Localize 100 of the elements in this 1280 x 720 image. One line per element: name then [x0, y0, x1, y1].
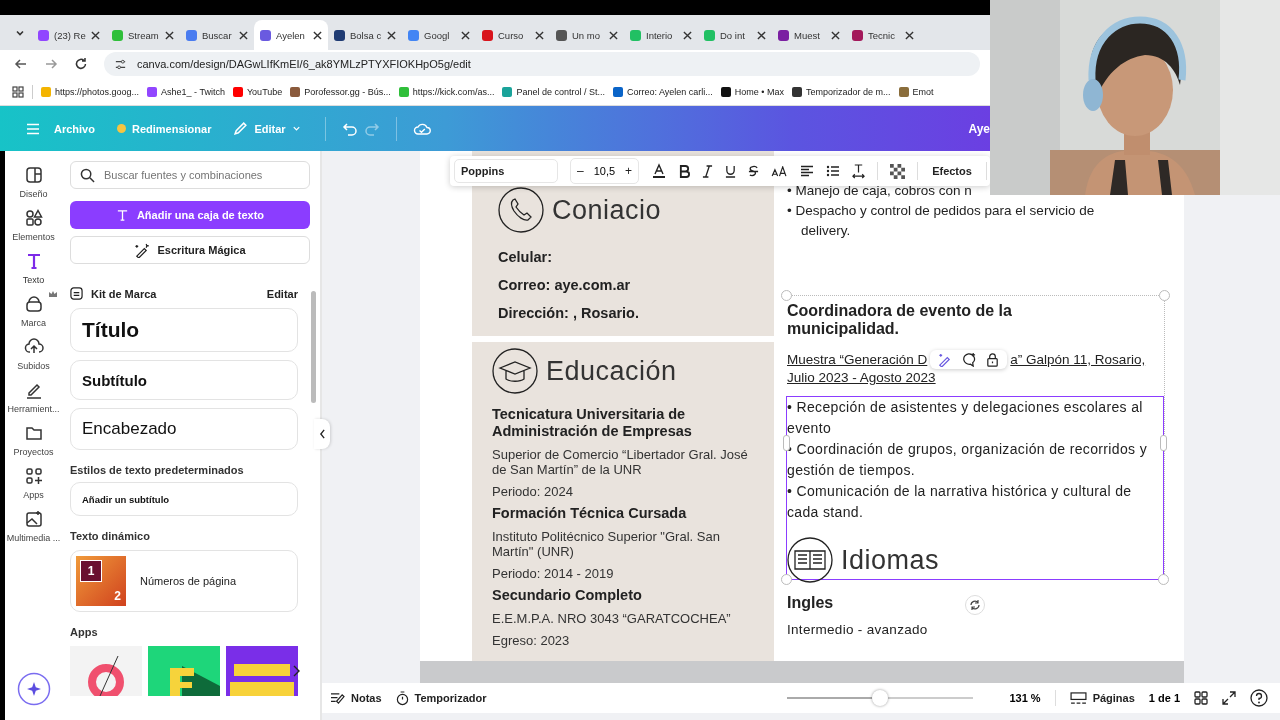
slider-thumb[interactable] [872, 690, 889, 706]
effects-button[interactable]: Efectos [930, 165, 974, 177]
close-icon[interactable] [831, 30, 840, 40]
spacing-icon[interactable] [852, 163, 866, 179]
close-icon[interactable] [535, 30, 544, 40]
sidebar-tab[interactable]: Elementos [3, 208, 64, 242]
bookmark[interactable]: Ashe1_ - Twitch [147, 86, 225, 97]
next-icon[interactable] [292, 665, 300, 677]
close-icon[interactable] [609, 30, 618, 40]
bookmark[interactable]: Home • Max [720, 86, 784, 97]
app-tile-icon[interactable] [70, 646, 142, 696]
scrollbar[interactable] [420, 661, 1184, 683]
sidebar-tab[interactable]: Herramient... [3, 380, 64, 414]
text-style-card[interactable]: Subtítulo [70, 360, 298, 400]
italic-icon[interactable] [702, 164, 714, 178]
collapse-panel-button[interactable] [314, 419, 330, 449]
user-name[interactable]: Aye [968, 121, 990, 136]
zoom-reading[interactable]: 131 % [1009, 692, 1041, 704]
text-style-card[interactable]: Título [70, 308, 298, 352]
sidebar-tab[interactable]: Texto [3, 251, 64, 285]
strikethrough-icon[interactable] [748, 164, 760, 178]
close-icon[interactable] [387, 30, 396, 40]
text-style-card[interactable]: Encabezado [70, 408, 298, 450]
close-icon[interactable] [165, 30, 174, 40]
apps-grid-icon[interactable] [12, 85, 24, 98]
forward-icon[interactable] [44, 57, 58, 71]
browser-tab[interactable]: Googl [402, 20, 476, 50]
resize-handle[interactable] [1158, 574, 1169, 585]
edit-link[interactable]: Editar [266, 287, 298, 300]
underline-icon[interactable] [725, 164, 737, 178]
bookmark[interactable]: YouTube [232, 86, 283, 97]
magic-write-button[interactable]: Escritura Mágica [70, 236, 310, 264]
sidebar-tab[interactable]: Subidos [3, 337, 64, 371]
bookmark[interactable]: Correo: Ayelen carli... [612, 86, 713, 97]
browser-tab[interactable]: Ayelen [254, 20, 328, 50]
close-icon[interactable] [683, 30, 692, 40]
text-style-card[interactable]: Añadir un subtítulo [70, 482, 298, 516]
browser-tab[interactable]: Buscar [180, 20, 254, 50]
bookmark[interactable]: https://kick.com/as... [398, 86, 495, 97]
site-info-icon[interactable] [114, 57, 127, 71]
bookmark[interactable]: Panel de control / St... [502, 86, 605, 97]
pages-button[interactable]: Páginas [1069, 691, 1135, 705]
cloud-saved-icon[interactable] [412, 121, 431, 136]
browser-tab[interactable]: Muest [772, 20, 846, 50]
app-tile-icon[interactable] [226, 646, 298, 696]
bookmark[interactable]: Porofessor.gg - Bús... [290, 86, 391, 97]
add-text-box-button[interactable]: Añadir una caja de texto [70, 201, 310, 229]
magic-button[interactable] [16, 672, 51, 706]
timer-button[interactable]: Temporizador [395, 690, 487, 706]
resize-handle[interactable] [783, 435, 790, 451]
font-size-field[interactable]: 10,5 [593, 165, 616, 177]
sidebar-tab[interactable]: Marca [3, 294, 64, 328]
transparency-icon[interactable] [890, 163, 906, 179]
lock-icon[interactable] [985, 352, 1001, 367]
close-icon[interactable] [239, 30, 248, 40]
close-icon[interactable] [313, 30, 322, 40]
close-icon[interactable] [461, 30, 470, 40]
browser-tab[interactable]: Bolsa c [328, 20, 402, 50]
browser-tab[interactable]: Stream [106, 20, 180, 50]
rotate-icon[interactable] [965, 595, 985, 615]
browser-tab[interactable]: Curso [476, 20, 550, 50]
resize-handle[interactable] [1160, 435, 1167, 451]
scrollbar[interactable] [311, 291, 316, 403]
resize-handle[interactable] [781, 290, 792, 301]
bullet-list-icon[interactable] [826, 165, 841, 177]
bookmark[interactable]: https://photos.goog... [41, 86, 140, 97]
help-icon[interactable] [1250, 689, 1268, 707]
grid-view-icon[interactable] [1194, 691, 1208, 705]
notes-button[interactable]: Notas [330, 691, 382, 705]
browser-tab[interactable]: (23) Re [32, 20, 106, 50]
undo-icon[interactable] [341, 121, 358, 136]
resize-handle[interactable] [781, 574, 792, 585]
increase-size-button[interactable]: + [623, 164, 635, 178]
decrease-size-button[interactable]: – [575, 164, 586, 178]
bold-icon[interactable] [679, 164, 691, 178]
address-bar[interactable]: canva.com/design/DAGwLIfKmEI/6_ak8YMLzPTYXFIOKHpO5g/edit [104, 52, 980, 76]
browser-tab[interactable]: Do int [698, 20, 772, 50]
reload-icon[interactable] [74, 57, 88, 71]
browser-tab[interactable]: Un mo [550, 20, 624, 50]
close-icon[interactable] [91, 30, 100, 40]
browser-tab[interactable]: Tecnic [846, 20, 920, 50]
close-icon[interactable] [905, 30, 914, 40]
align-left-icon[interactable] [800, 165, 815, 177]
fullscreen-icon[interactable] [1222, 691, 1236, 705]
sidebar-tab[interactable]: Apps [3, 466, 64, 500]
sidebar-tab[interactable]: Proyectos [3, 423, 64, 457]
sidebar-tab[interactable]: Diseño [3, 165, 64, 199]
text-color-icon[interactable] [651, 163, 668, 179]
browser-tab[interactable]: Interio [624, 20, 698, 50]
font-dropdown[interactable]: Poppins [454, 159, 558, 183]
search-field[interactable]: Buscar fuentes y combinaciones [70, 161, 310, 189]
text-case-icon[interactable] [771, 165, 789, 177]
back-icon[interactable] [14, 57, 28, 71]
bookmark[interactable]: Emot [898, 86, 934, 97]
app-tile-icon[interactable] [148, 646, 220, 696]
comment-icon[interactable] [961, 352, 977, 367]
magic-edit-icon[interactable] [937, 352, 953, 367]
resize-handle[interactable] [1159, 290, 1170, 301]
bookmark[interactable]: Temporizador de m... [792, 86, 891, 97]
sidebar-tab[interactable]: Multimedia ... [3, 509, 64, 543]
